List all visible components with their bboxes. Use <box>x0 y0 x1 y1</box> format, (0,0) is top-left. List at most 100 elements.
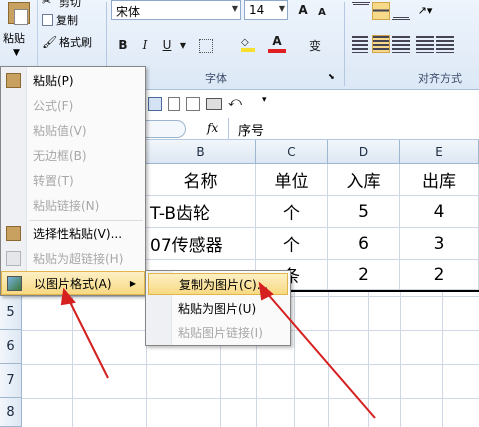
copy-icon <box>42 14 53 26</box>
cell-e2[interactable]: 4 <box>400 196 479 228</box>
menu-item-label: 粘贴(P) <box>33 74 74 88</box>
column-header-d[interactable]: D <box>328 140 400 164</box>
cell-c3[interactable]: 个 <box>256 228 328 260</box>
copy-label: 复制 <box>56 14 78 27</box>
align-top-icon[interactable] <box>352 2 370 20</box>
row-header-5[interactable]: 5 <box>0 296 22 330</box>
menu-item-label: 公式(F) <box>33 99 74 113</box>
menu-item-transpose[interactable]: 转置(T) <box>1 169 145 193</box>
quick-access-toolbar: ⤺ ▾ <box>146 95 479 113</box>
fill-color-button[interactable]: ◇ <box>236 35 260 55</box>
menu-item-no-borders[interactable]: 无边框(B) <box>1 144 145 168</box>
border-icon <box>199 39 213 53</box>
print-icon[interactable] <box>206 98 222 110</box>
picture-icon <box>7 276 22 291</box>
orientation-icon[interactable]: ↗▾ <box>412 2 438 20</box>
grid-line <box>328 292 329 427</box>
cell-b3[interactable]: 07传感器 <box>146 228 256 260</box>
cell-c1[interactable]: 单位 <box>256 164 328 196</box>
menu-item-label: 以图片格式(A) <box>34 277 112 291</box>
menu-item-paste-hyperlink[interactable]: 粘贴为超链接(H) <box>1 247 145 271</box>
menu-item-paste-as-picture[interactable]: 粘贴为图片(U) <box>148 298 288 320</box>
phonetic-button[interactable]: 变 <box>304 35 326 55</box>
bold-button[interactable]: B <box>114 35 132 55</box>
cell-b2[interactable]: T-B齿轮 <box>146 196 256 228</box>
menu-item-formulas[interactable]: 公式(F) <box>1 94 145 118</box>
row-header-7[interactable]: 7 <box>0 364 22 398</box>
increase-indent-icon[interactable] <box>436 35 454 53</box>
group-separator <box>344 2 345 86</box>
column-header-c[interactable]: C <box>256 140 328 164</box>
italic-button[interactable]: I <box>136 35 154 55</box>
menu-item-paste[interactable]: 粘贴(P) <box>1 69 145 93</box>
align-right-icon[interactable] <box>392 35 410 53</box>
paste-menu: 粘贴(P) 公式(F) 粘贴值(V) 无边框(B) 转置(T) 粘贴链接(N) … <box>0 66 146 296</box>
align-center-icon[interactable] <box>372 35 390 53</box>
paint-bucket-icon: ◇ <box>241 38 255 52</box>
save-icon[interactable] <box>148 97 162 111</box>
formula-input[interactable]: 序号 <box>238 120 264 139</box>
border-button[interactable] <box>196 36 216 56</box>
format-painter-button[interactable]: 🖌 格式刷 <box>42 34 92 50</box>
as-picture-submenu: 复制为图片(C)... 粘贴为图片(U) 粘贴图片链接(I) <box>145 270 291 346</box>
row-header-8[interactable]: 8 <box>0 398 22 427</box>
cell-c2[interactable]: 个 <box>256 196 328 228</box>
formula-bar <box>146 118 479 140</box>
font-color-button[interactable]: A <box>268 33 286 53</box>
align-middle-icon[interactable] <box>372 2 390 20</box>
cell-d4[interactable]: 2 <box>328 260 400 290</box>
cell-e1[interactable]: 出库 <box>400 164 479 196</box>
cell-b1[interactable]: 名称 <box>146 164 256 196</box>
grow-font-button[interactable]: A <box>294 0 312 20</box>
scissors-icon: ✂ <box>42 0 52 8</box>
chevron-down-icon[interactable]: ▼ <box>178 35 188 55</box>
undo-icon[interactable]: ⤺ <box>228 95 242 110</box>
decrease-indent-icon[interactable] <box>416 35 434 53</box>
menu-item-label: 粘贴值(V) <box>33 124 87 138</box>
cell-d2[interactable]: 5 <box>328 196 400 228</box>
align-left-icon[interactable] <box>352 35 368 53</box>
fx-button[interactable]: fx <box>207 121 218 135</box>
menu-item-copy-as-picture[interactable]: 复制为图片(C)... <box>148 273 288 295</box>
underline-button[interactable]: U <box>158 35 176 55</box>
font-size-value: 14 <box>249 3 265 17</box>
cut-label: 剪切 <box>59 0 81 9</box>
menu-item-label: 转置(T) <box>33 174 74 188</box>
font-name-select[interactable]: 宋体 ▼ <box>111 0 241 20</box>
customize-icon[interactable]: ▾ <box>262 95 267 105</box>
menu-item-paste-picture-link[interactable]: 粘贴图片链接(I) <box>148 322 288 344</box>
column-header-b[interactable]: B <box>146 140 256 164</box>
new-doc-icon[interactable] <box>168 97 180 111</box>
cut-button[interactable]: ✂ 剪切 <box>42 0 81 10</box>
hyperlink-icon <box>6 251 21 266</box>
cell-d1[interactable]: 入库 <box>328 164 400 196</box>
dialog-launcher-icon[interactable]: ⬊ <box>328 72 335 81</box>
menu-item-label: 粘贴链接(N) <box>33 199 100 213</box>
menu-item-paste-special[interactable]: 选择性粘贴(V)... <box>1 222 145 246</box>
brush-icon: 🖌 <box>42 35 58 49</box>
chevron-down-icon: ▼ <box>231 4 238 13</box>
cell-d3[interactable]: 6 <box>328 228 400 260</box>
font-size-select[interactable]: 14 ▼ <box>244 0 288 20</box>
cell-e4[interactable]: 2 <box>400 260 479 290</box>
paste-big-button[interactable]: 粘贴 ▼ <box>0 0 38 68</box>
row-header-6[interactable]: 6 <box>0 330 22 364</box>
menu-separator <box>29 220 143 221</box>
submenu-arrow-icon: ▶ <box>129 279 136 288</box>
menu-item-label: 选择性粘贴(V)... <box>33 227 123 241</box>
vertical-align-row: ↗▾ <box>352 2 438 20</box>
menu-item-label: 粘贴为超链接(H) <box>33 252 124 266</box>
menu-item-as-picture[interactable]: 以图片格式(A) ▶ <box>1 271 145 295</box>
column-header-e[interactable]: E <box>400 140 479 164</box>
namebox-chevron[interactable] <box>146 120 186 138</box>
menu-item-paste-link[interactable]: 粘贴链接(N) <box>1 194 145 218</box>
menu-item-paste-values[interactable]: 粘贴值(V) <box>1 119 145 143</box>
align-bottom-icon[interactable] <box>392 2 410 20</box>
menu-item-label: 无边框(B) <box>33 149 87 163</box>
paste-icon <box>6 73 21 88</box>
cell-e3[interactable]: 3 <box>400 228 479 260</box>
print-preview-icon[interactable] <box>186 97 200 111</box>
copy-button[interactable]: 复制 <box>42 12 78 28</box>
shrink-font-button[interactable]: A <box>314 2 330 22</box>
paste-special-icon <box>6 226 21 241</box>
